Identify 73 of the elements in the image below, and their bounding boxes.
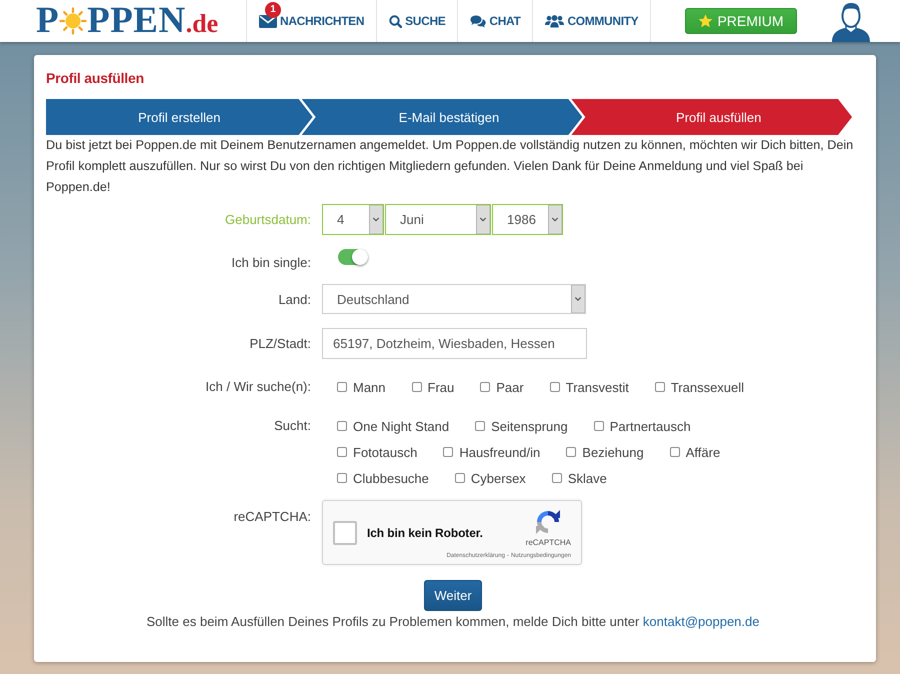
checkbox-label[interactable]: Mann (353, 380, 386, 394)
checkbox[interactable] (337, 473, 347, 483)
field-label: Ich bin single: (230, 254, 311, 271)
checkbox-label[interactable]: Affäre (686, 444, 720, 460)
checkbox[interactable] (594, 421, 604, 431)
chat-bubbles-icon (470, 14, 486, 28)
checkbox-label[interactable]: Transvestit (566, 380, 629, 394)
checkbox[interactable] (337, 447, 347, 457)
progress-step: Profil ausfüllen (571, 99, 852, 135)
field-label: Geburtsdatum: (224, 212, 311, 227)
notification-badge: 1 (265, 2, 281, 18)
field-label: Ich / Wir suche(n): (204, 378, 311, 396)
sun-icon[interactable] (59, 7, 88, 35)
checkbox-label[interactable]: Clubbesuche (353, 470, 429, 486)
field-label: Land: (277, 292, 311, 306)
checkbox[interactable] (337, 421, 347, 431)
checkbox[interactable] (443, 447, 454, 457)
checkbox[interactable] (454, 473, 465, 483)
checkbox[interactable] (480, 382, 490, 392)
checkbox-label[interactable]: Hausfreund/in (459, 444, 540, 460)
year-select[interactable]: 1986 (492, 204, 563, 235)
checkbox-label[interactable]: Sklave (568, 470, 607, 486)
checkbox[interactable] (550, 382, 560, 392)
checkbox-label[interactable]: Frau (428, 380, 454, 394)
checkbox[interactable] (475, 421, 486, 431)
nav-link[interactable]: COMMUNITY (532, 0, 652, 42)
checkbox-label[interactable]: Beziehung (582, 444, 644, 460)
toggle-switch[interactable] (338, 249, 368, 265)
caret-icon[interactable] (476, 205, 490, 234)
checkbox-label[interactable]: Fototausch (353, 444, 418, 460)
checkbox-label[interactable]: Paar (496, 380, 524, 394)
intro-text: Du bist jetzt bei Poppen.de mit Deinem Benutzernamen angemeldet. Um Poppen.de vollständig nutzen zu können, möchten wir Dich bitten, Dein Profil komplett auszufüllen. Nur so wirst Du von den richtigen Mitgliedern gefunden. Vielen Dank für Deine Anmeldung und viel Spaß bei Poppen.de! (46, 137, 854, 196)
city-input-field[interactable]: 65197, Dotzheim, Wiesbaden, Hessen (322, 328, 587, 359)
logo-letter[interactable]: P (36, 2, 60, 40)
search-icon (389, 14, 402, 28)
day-select[interactable]: 4 (322, 204, 384, 235)
logo-domain-text[interactable]: .de (186, 9, 218, 39)
nav-link[interactable]: CHAT (457, 0, 532, 42)
user-avatar-icon[interactable] (830, 2, 872, 42)
checkbox-label[interactable]: Seitensprung (491, 418, 568, 434)
checkbox[interactable] (337, 382, 347, 392)
caret-icon[interactable] (571, 285, 585, 313)
checkbox[interactable] (412, 382, 422, 392)
checkbox-label[interactable]: Partnertausch (610, 418, 691, 434)
star-icon (698, 14, 714, 28)
people-icon (545, 14, 564, 28)
captcha-text: Ich bin kein Roboter. (367, 526, 484, 540)
progress-step: E-Mail bestätigen (302, 99, 582, 135)
nav-link[interactable]: NACHRICHTEN 1 (246, 0, 376, 42)
logo-text[interactable]: PPEN (87, 2, 186, 40)
email-link[interactable]: kontakt@poppen.de (642, 614, 760, 629)
recaptcha-brand-text: reCAPTCHA (526, 538, 571, 547)
field-label: reCAPTCHA: (232, 508, 311, 525)
field-label: Sucht: (273, 417, 311, 435)
page-title: Profil ausfüllen (46, 69, 145, 87)
month-select[interactable]: Juni (385, 204, 491, 235)
nav-link[interactable]: SUCHE (376, 0, 458, 42)
submit-button[interactable]: Weiter (424, 580, 482, 611)
checkbox-label[interactable]: Transsexuell (670, 380, 744, 394)
checkbox-label[interactable]: One Night Stand (353, 418, 450, 434)
caret-icon[interactable] (369, 205, 383, 234)
checkbox-label[interactable]: Cybersex (470, 470, 526, 486)
country-select[interactable]: Deutschland (322, 284, 586, 314)
captcha-checkbox[interactable] (333, 520, 357, 544)
checkbox[interactable] (654, 382, 665, 392)
recaptcha-logo-icon (535, 509, 562, 535)
field-label: PLZ/Stadt: (248, 336, 311, 351)
progress-step: Profil erstellen (46, 99, 313, 135)
checkbox[interactable] (670, 447, 680, 457)
help-text: Sollte es beim Ausfüllen Deines Profils zu Problemen kommen, melde Dich bitte unter kontakt@poppen.de (146, 613, 760, 630)
checkbox[interactable] (552, 473, 562, 483)
caret-icon[interactable] (548, 205, 562, 234)
checkbox[interactable] (566, 447, 576, 457)
